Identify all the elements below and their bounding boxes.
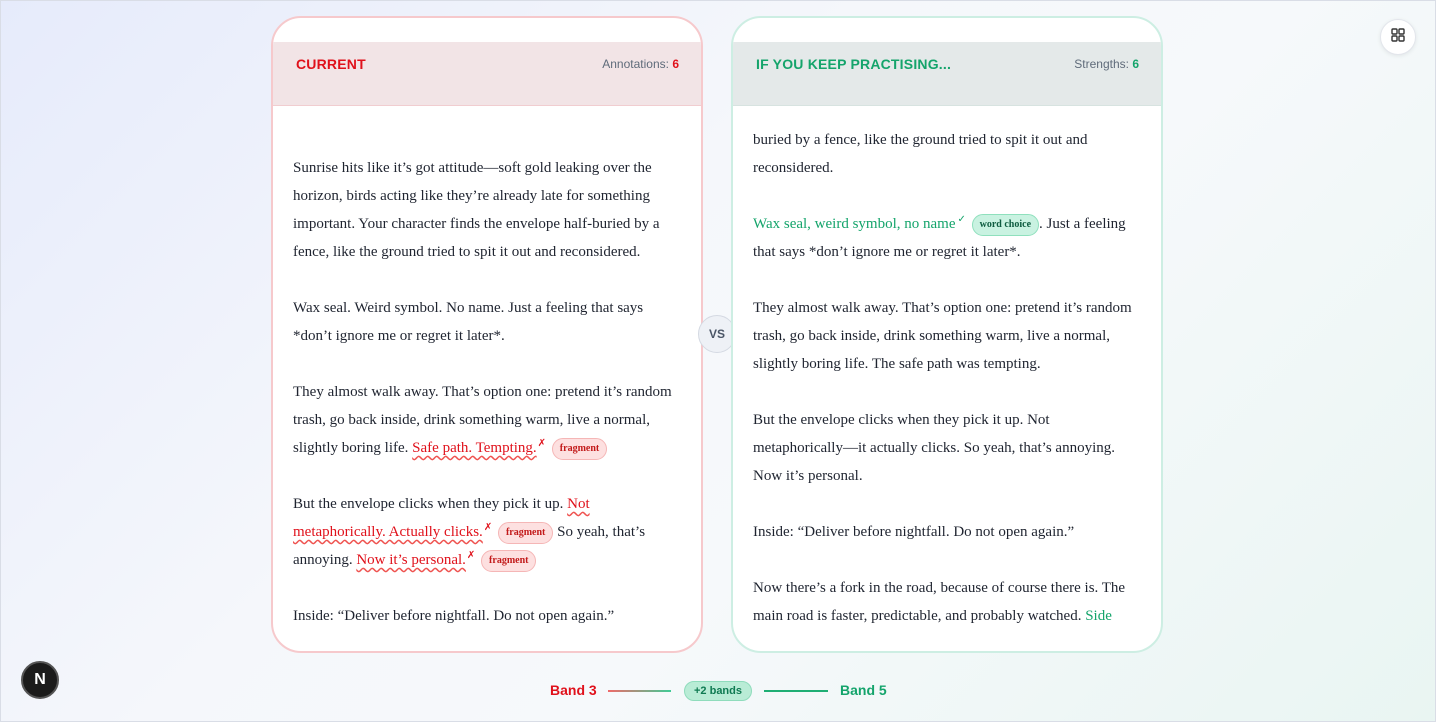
future-essay-body[interactable]: buried by a fence, like the ground tried… xyxy=(753,108,1143,651)
band-delta-pill: +2 bands xyxy=(684,681,752,701)
future-paragraph-1: buried by a fence, like the ground tried… xyxy=(753,132,1088,176)
fragment-tag[interactable]: fragment xyxy=(481,549,537,572)
current-title: CURRENT xyxy=(296,56,366,72)
error-annotation[interactable]: Now it’s personal. xyxy=(356,552,466,568)
cross-mark-icon: ✗ xyxy=(537,438,547,449)
current-paragraph-5: Inside: “Deliver before nightfall. Do no… xyxy=(293,608,615,624)
future-paragraph-6: Now there’s a fork in the road, because … xyxy=(753,574,1143,630)
strength-annotation[interactable]: Wax seal, weird symbol, no name xyxy=(753,216,956,232)
annotations-label: Annotations: xyxy=(602,57,669,71)
current-band-label: Band 3 xyxy=(550,682,597,698)
paragraph-text: Now there’s a fork in the road, because … xyxy=(753,580,1126,624)
future-title: IF YOU KEEP PRACTISING... xyxy=(756,56,952,72)
fragment-tag[interactable]: fragment xyxy=(551,437,608,460)
paragraph-text: But the envelope clicks when they pick i… xyxy=(293,496,568,512)
strengths-counter: Strengths: 6 xyxy=(1074,56,1139,71)
band-gradient-line xyxy=(608,690,671,692)
strength-annotation[interactable]: Side xyxy=(1085,608,1112,624)
strengths-label: Strengths: xyxy=(1074,57,1129,71)
future-header: IF YOU KEEP PRACTISING... Strengths: 6 xyxy=(733,42,1161,106)
strengths-count: 6 xyxy=(1132,57,1139,71)
annotations-counter: Annotations: 6 xyxy=(602,56,679,71)
current-paragraph-4: But the envelope clicks when they pick i… xyxy=(293,490,683,574)
current-paragraph-1: Sunrise hits like it’s got attitude—soft… xyxy=(293,160,660,260)
current-header: CURRENT Annotations: 6 xyxy=(273,42,701,106)
target-band-label: Band 5 xyxy=(840,682,887,698)
current-paragraph-2: Wax seal. Weird symbol. No name. Just a … xyxy=(293,300,644,344)
annotations-count: 6 xyxy=(672,57,679,71)
current-paragraph-3: They almost walk away. That’s option one… xyxy=(293,378,683,462)
grid-layout-icon xyxy=(1391,27,1405,47)
band-progression: Band 3 +2 bands Band 5 xyxy=(0,680,1436,702)
future-card: IF YOU KEEP PRACTISING... Strengths: 6 b… xyxy=(731,16,1163,653)
cross-mark-icon: ✗ xyxy=(483,522,493,533)
word-choice-tag[interactable]: word choice xyxy=(971,213,1040,236)
band-line xyxy=(764,690,828,692)
current-essay-body: Sunrise hits like it’s got attitude—soft… xyxy=(293,108,683,651)
window-frame xyxy=(0,0,1436,722)
error-annotation[interactable]: Safe path. Tempting. xyxy=(412,440,536,456)
fragment-tag[interactable]: fragment xyxy=(497,521,554,544)
current-card: CURRENT Annotations: 6 Sunrise hits like… xyxy=(271,16,703,653)
future-paragraph-2: Wax seal, weird symbol, no name ✓ word ch… xyxy=(753,210,1143,266)
check-mark-icon: ✓ xyxy=(957,214,966,225)
layout-toggle-button[interactable] xyxy=(1380,19,1416,55)
future-paragraph-3: They almost walk away. That’s option one… xyxy=(753,300,1132,372)
future-paragraph-4: But the envelope clicks when they pick i… xyxy=(753,412,1115,484)
cross-mark-icon: ✗ xyxy=(466,550,476,561)
future-paragraph-5: Inside: “Deliver before nightfall. Do no… xyxy=(753,524,1075,540)
